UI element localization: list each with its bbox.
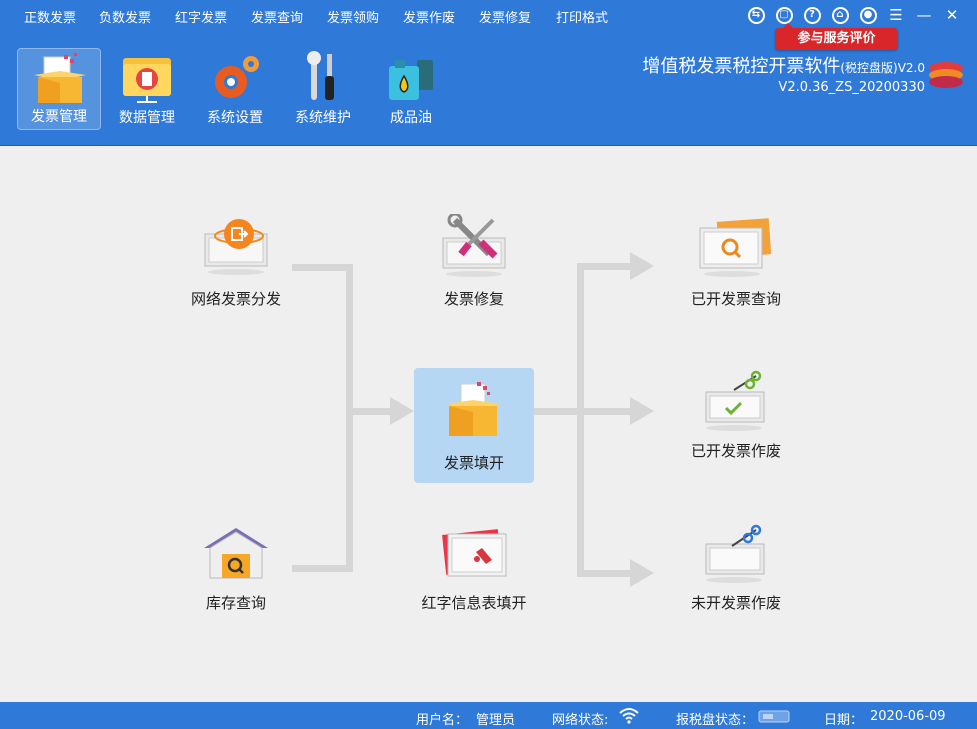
tools-icon bbox=[307, 51, 334, 100]
app-title-version: V2.0 bbox=[897, 61, 925, 75]
toolbar-label: 数据管理 bbox=[119, 110, 175, 126]
window-controls: ⇆ ▢ ? ⌂ ● ☰ — ✕ bbox=[745, 4, 963, 26]
repair-tools-icon bbox=[442, 214, 506, 277]
app-version: V2.0.36_ZS_20200330 bbox=[778, 80, 925, 95]
menu-red-invoice[interactable]: 红字发票 bbox=[175, 7, 227, 26]
service-rating-button[interactable]: 参与服务评价 bbox=[775, 23, 898, 50]
node-label: 未开发票作废 bbox=[690, 594, 781, 612]
status-bar: 用户名： 管理员 网络状态: 报税盘状态： 日期： 2020-06-09 bbox=[0, 702, 977, 729]
oil-barrel-icon bbox=[389, 60, 433, 100]
tax-disk-icon bbox=[758, 708, 790, 728]
node-issued-query[interactable]: 已开发票查询 bbox=[676, 214, 796, 310]
node-unissued-void[interactable]: 未开发票作废 bbox=[676, 522, 796, 614]
warehouse-search-icon bbox=[204, 528, 268, 579]
node-label: 发票填开 bbox=[443, 454, 504, 472]
folder-data-icon bbox=[123, 58, 171, 103]
menu-invoice-purchase[interactable]: 发票领购 bbox=[327, 7, 379, 26]
toolbar-system-maintenance[interactable]: 系统维护 bbox=[281, 48, 365, 130]
node-label: 红字信息表填开 bbox=[421, 594, 527, 612]
connector bbox=[292, 565, 352, 572]
app-header: 正数发票 负数发票 红字发票 发票查询 发票领购 发票作废 发票修复 打印格式 … bbox=[0, 0, 977, 146]
arrow-icon bbox=[630, 559, 654, 587]
date-label: 日期： bbox=[824, 713, 864, 728]
node-invoice-fill[interactable]: 发票填开 bbox=[414, 368, 534, 483]
tax-disk-status-label: 报税盘状态： bbox=[676, 713, 755, 728]
brand-logo-icon bbox=[929, 62, 963, 88]
gears-icon bbox=[215, 56, 259, 98]
node-red-info-fill[interactable]: 红字信息表填开 bbox=[414, 522, 534, 614]
arrow-icon bbox=[390, 397, 414, 425]
connector bbox=[577, 263, 584, 577]
date-value: 2020-06-09 bbox=[870, 709, 946, 724]
menu-negative-invoice[interactable]: 负数发票 bbox=[99, 7, 151, 26]
connector bbox=[584, 408, 631, 415]
node-label: 网络发票分发 bbox=[190, 290, 281, 308]
menu-print-format[interactable]: 打印格式 bbox=[556, 7, 608, 26]
app-title-edition: (税控盘版) bbox=[840, 61, 898, 75]
minimize-icon[interactable]: — bbox=[913, 4, 935, 26]
lock-icon[interactable]: ⌂ bbox=[829, 4, 851, 26]
wifi-icon bbox=[618, 706, 640, 728]
network-status-label: 网络状态: bbox=[552, 713, 609, 728]
node-label: 已开发票查询 bbox=[690, 290, 781, 308]
user-value: 管理员 bbox=[476, 713, 516, 728]
toolbar-invoice-management[interactable]: 发票管理 bbox=[17, 48, 101, 130]
toolbar-system-settings[interactable]: 系统设置 bbox=[193, 48, 277, 130]
arrow-icon bbox=[630, 397, 654, 425]
network-invoice-icon bbox=[204, 219, 268, 275]
menu-positive-invoice[interactable]: 正数发票 bbox=[24, 7, 76, 26]
node-inventory-query[interactable]: 库存查询 bbox=[176, 522, 296, 614]
connector bbox=[346, 264, 353, 572]
issued-void-icon bbox=[705, 370, 765, 431]
connector bbox=[346, 408, 391, 415]
toolbar-data-management[interactable]: 数据管理 bbox=[105, 48, 189, 130]
invoice-box-icon bbox=[34, 53, 86, 103]
node-network-dispatch[interactable]: 网络发票分发 bbox=[176, 214, 296, 310]
app-title-main: 增值税发票税控开票软件 bbox=[642, 56, 841, 77]
issued-search-icon bbox=[699, 218, 772, 277]
toolbar-refined-oil[interactable]: 成品油 bbox=[369, 48, 453, 130]
node-label: 发票修复 bbox=[443, 290, 504, 308]
arrow-icon bbox=[630, 252, 654, 280]
help-icon[interactable]: ? bbox=[801, 4, 823, 26]
connector bbox=[292, 264, 352, 271]
connector bbox=[577, 570, 631, 577]
app-title: 增值税发票税控开票软件(税控盘版)V2.0 bbox=[642, 52, 925, 78]
node-invoice-repair[interactable]: 发票修复 bbox=[414, 214, 534, 310]
node-label: 库存查询 bbox=[205, 594, 266, 612]
switch-icon[interactable]: ⇆ bbox=[745, 4, 767, 26]
toolbar-label: 系统设置 bbox=[207, 110, 263, 126]
menu-invoice-void[interactable]: 发票作废 bbox=[403, 7, 455, 26]
toolbar-label: 成品油 bbox=[390, 110, 432, 126]
menu-invoice-repair[interactable]: 发票修复 bbox=[479, 7, 531, 26]
toolbar-label: 发票管理 bbox=[31, 109, 87, 125]
red-letter-form-icon bbox=[442, 529, 507, 577]
user-icon[interactable]: ● bbox=[857, 4, 879, 26]
connector bbox=[577, 263, 631, 270]
close-icon[interactable]: ✕ bbox=[941, 4, 963, 26]
unissued-void-icon bbox=[705, 524, 765, 583]
toolbar-label: 系统维护 bbox=[295, 110, 351, 126]
user-label: 用户名： bbox=[416, 713, 469, 728]
menu-icon[interactable]: ☰ bbox=[885, 4, 907, 26]
node-issued-void[interactable]: 已开发票作废 bbox=[676, 370, 796, 462]
menu-invoice-query[interactable]: 发票查询 bbox=[251, 7, 303, 26]
node-label: 已开发票作废 bbox=[690, 442, 781, 460]
invoice-box-icon bbox=[447, 382, 501, 436]
